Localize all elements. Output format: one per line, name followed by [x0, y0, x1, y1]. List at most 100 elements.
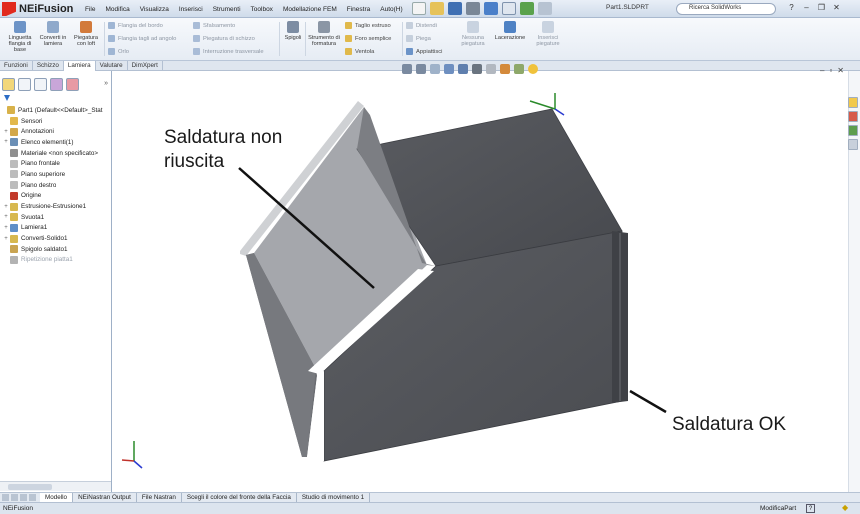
- design-library-icon[interactable]: [848, 111, 858, 122]
- status-rebuild-icon[interactable]: ◆: [842, 504, 852, 513]
- piegatura-schizzo-button[interactable]: Piegatura di schizzo: [193, 35, 255, 42]
- feature-tree-item[interactable]: Sensori: [0, 116, 111, 127]
- expand-toggle-icon[interactable]: +: [3, 214, 9, 220]
- piegatura-loft-button[interactable]: Piegatura con loft: [70, 21, 102, 47]
- print-icon[interactable]: [466, 2, 480, 15]
- cross-break-icon: [193, 48, 200, 55]
- first-tab-icon[interactable]: [2, 494, 9, 501]
- convert-sheetmetal-icon: [47, 21, 59, 33]
- menu-auto[interactable]: Auto(H): [375, 6, 407, 13]
- configuration-tab-icon[interactable]: [34, 78, 47, 91]
- flangia-tagli-button[interactable]: Flangia tagli ad angolo: [108, 35, 176, 42]
- expand-toggle-icon[interactable]: +: [3, 204, 9, 210]
- rebuild-icon[interactable]: [520, 2, 534, 15]
- tab-schizzo[interactable]: Schizzo: [33, 61, 64, 71]
- expand-panel-icon[interactable]: »: [104, 80, 108, 87]
- taglio-estruso-button[interactable]: Taglio estruso: [345, 22, 391, 29]
- appiattisci-button[interactable]: Appiattisci: [406, 48, 442, 55]
- restore-icon[interactable]: ❐: [816, 3, 827, 14]
- distendi-button[interactable]: Distendi: [406, 22, 437, 29]
- save-icon[interactable]: [448, 2, 462, 15]
- feature-tree-item[interactable]: Piano frontale: [0, 158, 111, 169]
- last-tab-icon[interactable]: [29, 494, 36, 501]
- ribbon-separator: [279, 22, 280, 56]
- feature-tree-item[interactable]: Ripetizione piatta1: [0, 255, 111, 266]
- menu-strumenti[interactable]: Strumenti: [208, 6, 246, 13]
- next-tab-icon[interactable]: [20, 494, 27, 501]
- options-icon[interactable]: [538, 2, 552, 15]
- menu-inserisci[interactable]: Inserisci: [174, 6, 208, 13]
- feature-tree-item[interactable]: + Converti-Solido1: [0, 233, 111, 244]
- feature-tree-label: Ripetizione piatta1: [21, 256, 73, 264]
- scrollbar-thumb[interactable]: [8, 484, 52, 490]
- feature-tree-item[interactable]: + Elenco elementi(1): [0, 137, 111, 148]
- sketched-bend-icon: [193, 35, 200, 42]
- expand-toggle-icon[interactable]: +: [3, 129, 9, 135]
- feature-tree-item[interactable]: + Lamiera1: [0, 223, 111, 234]
- orlo-button[interactable]: Orlo: [108, 48, 129, 55]
- feature-tree-item[interactable]: Origine: [0, 191, 111, 202]
- forming-tool-icon: [318, 21, 330, 33]
- inserisci-piegature-button[interactable]: Inserisci piegature: [530, 21, 566, 47]
- menu-modellazione-fem[interactable]: Modellazione FEM: [278, 6, 342, 13]
- resources-icon[interactable]: [848, 97, 858, 108]
- tab-lamiera[interactable]: Lamiera: [63, 61, 96, 71]
- expand-toggle-icon[interactable]: +: [3, 139, 9, 145]
- expand-toggle-icon[interactable]: +: [3, 236, 9, 242]
- status-help-icon[interactable]: ?: [806, 504, 815, 513]
- prev-tab-icon[interactable]: [11, 494, 18, 501]
- converti-lamiera-button[interactable]: Converti in lamiera: [37, 21, 69, 47]
- menu-modifica[interactable]: Modifica: [100, 6, 134, 13]
- feature-tree-item[interactable]: + Annotazioni: [0, 126, 111, 137]
- open-folder-icon[interactable]: [430, 2, 444, 15]
- display-manager-tab-icon[interactable]: [66, 78, 79, 91]
- sfalsamento-button[interactable]: Sfalsamento: [193, 22, 235, 29]
- foro-semplice-button[interactable]: Foro semplice: [345, 35, 391, 42]
- custom-properties-icon[interactable]: [848, 139, 858, 150]
- interruzione-button[interactable]: Interruzione trasversale: [193, 48, 264, 55]
- ventola-button[interactable]: Ventola: [345, 48, 374, 55]
- filter-icon[interactable]: [4, 95, 10, 101]
- tab-dimxpert[interactable]: DimXpert: [128, 61, 163, 71]
- shell-icon: [10, 213, 18, 222]
- feature-tree-tab-icon[interactable]: [2, 78, 15, 91]
- feature-tree-label: Annotazioni: [21, 128, 54, 136]
- close-icon[interactable]: ✕: [831, 3, 842, 14]
- property-manager-tab-icon[interactable]: [18, 78, 31, 91]
- undo-icon[interactable]: [484, 2, 498, 15]
- nessuna-piegatura-button[interactable]: Nessuna piegatura: [455, 21, 491, 47]
- feature-tree-item[interactable]: Spigolo saldato1: [0, 244, 111, 255]
- search-input[interactable]: Ricerca SolidWorks: [676, 3, 776, 15]
- feature-tree-item[interactable]: Piano superiore: [0, 169, 111, 180]
- select-cursor-icon[interactable]: [502, 2, 516, 15]
- dimxpert-tab-icon[interactable]: [50, 78, 63, 91]
- app-logo[interactable]: NEiFusion: [2, 1, 74, 17]
- feature-tree: Part1 (Default<<Default>_Stat Sensori + Ann…: [0, 105, 111, 265]
- command-manager-ribbon: Linguetta flangia di base Converti in la…: [0, 18, 860, 61]
- expand-toggle-icon[interactable]: +: [3, 225, 9, 231]
- flangia-bordo-button[interactable]: Flangia del bordo: [108, 22, 163, 29]
- feature-tree-item[interactable]: Materiale <non specificato>: [0, 148, 111, 159]
- minimize-icon[interactable]: –: [801, 3, 812, 14]
- file-explorer-icon[interactable]: [848, 125, 858, 136]
- feature-tree-item[interactable]: + Estrusione-Estrusione1: [0, 201, 111, 212]
- feature-tree-item[interactable]: Part1 (Default<<Default>_Stat: [0, 105, 111, 116]
- lacerazione-button[interactable]: Lacerazione: [492, 21, 528, 41]
- feature-tree-item[interactable]: + Svuota1: [0, 212, 111, 223]
- menu-file[interactable]: File: [80, 6, 100, 13]
- callout-weld-failed: Saldatura non riuscita: [164, 127, 283, 172]
- piega-button[interactable]: Piega: [406, 35, 431, 42]
- spigoli-button[interactable]: Spigoli: [282, 21, 304, 41]
- help-icon[interactable]: ?: [786, 3, 797, 14]
- tab-valutare[interactable]: Valutare: [96, 61, 128, 71]
- feature-tree-item[interactable]: Piano destro: [0, 180, 111, 191]
- new-document-icon[interactable]: [412, 2, 426, 15]
- horizontal-scrollbar[interactable]: [0, 481, 111, 491]
- tab-funzioni[interactable]: Funzioni: [0, 61, 33, 71]
- menu-visualizza[interactable]: Visualizza: [135, 6, 174, 13]
- linguetta-flangia-button[interactable]: Linguetta flangia di base: [4, 21, 36, 53]
- menu-toolbox[interactable]: Toolbox: [246, 6, 278, 13]
- feature-tree-label: Spigolo saldato1: [21, 245, 68, 253]
- strumento-formatura-button[interactable]: Strumento di formatura: [307, 21, 341, 47]
- menu-finestra[interactable]: Finestra: [342, 6, 375, 13]
